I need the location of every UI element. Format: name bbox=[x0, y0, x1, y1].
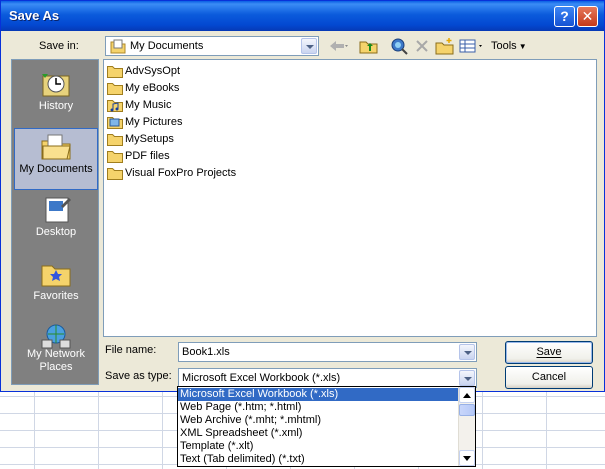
file-name: My Pictures bbox=[125, 116, 183, 128]
save-button-label: Save bbox=[536, 346, 562, 358]
file-name-label: File name: bbox=[105, 344, 157, 356]
type-option[interactable]: Text (Tab delimited) (*.txt) bbox=[178, 453, 458, 466]
back-arrow-icon[interactable] bbox=[327, 37, 349, 55]
folder-icon bbox=[107, 168, 123, 180]
folder-icon bbox=[107, 83, 123, 95]
type-option[interactable]: Web Page (*.htm; *.html) bbox=[178, 401, 458, 414]
cancel-button[interactable]: Cancel bbox=[505, 366, 593, 389]
delete-icon[interactable] bbox=[413, 37, 431, 55]
place-my-documents[interactable]: My Documents bbox=[14, 128, 98, 190]
my-documents-icon bbox=[41, 134, 71, 160]
save-as-dialog: Save As ? ✕ Save in: My Documents Tools … bbox=[0, 0, 605, 392]
file-list[interactable]: AdvSysOpt My eBooks My Music My Pictures… bbox=[103, 59, 597, 337]
music-folder-icon bbox=[107, 100, 123, 112]
type-option[interactable]: Template (*.xlt) bbox=[178, 440, 458, 453]
save-as-type-dropdown[interactable]: Microsoft Excel Workbook (*.xls) bbox=[178, 368, 477, 388]
up-folder-icon[interactable] bbox=[359, 37, 379, 55]
place-label: My Network Places bbox=[26, 348, 86, 373]
search-web-icon[interactable] bbox=[389, 37, 409, 55]
type-option[interactable]: Web Archive (*.mht; *.mhtml) bbox=[178, 414, 458, 427]
type-option[interactable]: XML Spreadsheet (*.xml) bbox=[178, 427, 458, 440]
save-in-dropdown[interactable]: My Documents bbox=[105, 36, 319, 56]
save-button[interactable]: Save bbox=[505, 341, 593, 364]
my-documents-small-icon bbox=[110, 39, 126, 54]
save-in-value: My Documents bbox=[130, 40, 204, 52]
pictures-folder-icon bbox=[107, 117, 123, 129]
chevron-down-icon[interactable] bbox=[459, 370, 475, 386]
file-name-field[interactable]: Book1.xls bbox=[178, 342, 477, 362]
chevron-down-icon[interactable] bbox=[459, 344, 475, 360]
place-history[interactable]: History bbox=[14, 66, 98, 128]
places-bar: History My Documents Desktop Favorites M… bbox=[11, 59, 99, 385]
place-label: My Documents bbox=[19, 163, 93, 175]
close-button[interactable]: ✕ bbox=[577, 6, 598, 27]
file-name: AdvSysOpt bbox=[125, 65, 181, 77]
file-name: My Music bbox=[125, 99, 172, 111]
place-label: History bbox=[38, 100, 74, 112]
folder-icon bbox=[107, 151, 123, 163]
file-name: My eBooks bbox=[125, 82, 180, 94]
tools-chevron-icon: ▼ bbox=[518, 42, 527, 51]
scroll-up-icon[interactable] bbox=[459, 387, 475, 403]
network-places-icon bbox=[41, 324, 71, 349]
options-scrollbar[interactable] bbox=[458, 387, 475, 466]
tools-menu[interactable]: Tools ▼ bbox=[491, 37, 529, 55]
file-name: Visual FoxPro Projects bbox=[125, 167, 237, 179]
place-label: Favorites bbox=[33, 290, 79, 302]
place-my-network-places[interactable]: My Network Places bbox=[14, 318, 98, 382]
title-bar[interactable]: Save As ? ✕ bbox=[1, 1, 604, 31]
favorites-icon bbox=[41, 265, 71, 287]
chevron-down-icon[interactable] bbox=[301, 38, 317, 54]
save-as-type-label: Save as type: bbox=[105, 370, 172, 382]
scroll-thumb[interactable] bbox=[459, 404, 475, 416]
tools-label: Tools bbox=[491, 40, 517, 52]
history-icon bbox=[42, 74, 70, 97]
views-icon[interactable] bbox=[459, 37, 487, 55]
file-name: MySetups bbox=[125, 133, 174, 145]
scroll-down-icon[interactable] bbox=[459, 450, 475, 466]
save-in-label: Save in: bbox=[39, 40, 79, 52]
file-name: PDF files bbox=[125, 150, 170, 162]
folder-icon bbox=[107, 134, 123, 146]
help-button[interactable]: ? bbox=[554, 6, 575, 27]
dialog-title: Save As bbox=[9, 8, 60, 23]
place-label: Desktop bbox=[35, 226, 77, 238]
desktop-icon bbox=[45, 197, 71, 223]
place-desktop[interactable]: Desktop bbox=[14, 192, 98, 254]
save-as-type-value: Microsoft Excel Workbook (*.xls) bbox=[182, 372, 341, 384]
file-name-value: Book1.xls bbox=[182, 346, 230, 358]
new-folder-icon[interactable] bbox=[435, 37, 455, 55]
folder-icon bbox=[107, 66, 123, 78]
cancel-button-label: Cancel bbox=[531, 371, 567, 383]
save-as-type-options[interactable]: Microsoft Excel Workbook (*.xls) Web Pag… bbox=[177, 386, 476, 467]
place-favorites[interactable]: Favorites bbox=[14, 256, 98, 318]
type-option[interactable]: Microsoft Excel Workbook (*.xls) bbox=[178, 388, 458, 401]
